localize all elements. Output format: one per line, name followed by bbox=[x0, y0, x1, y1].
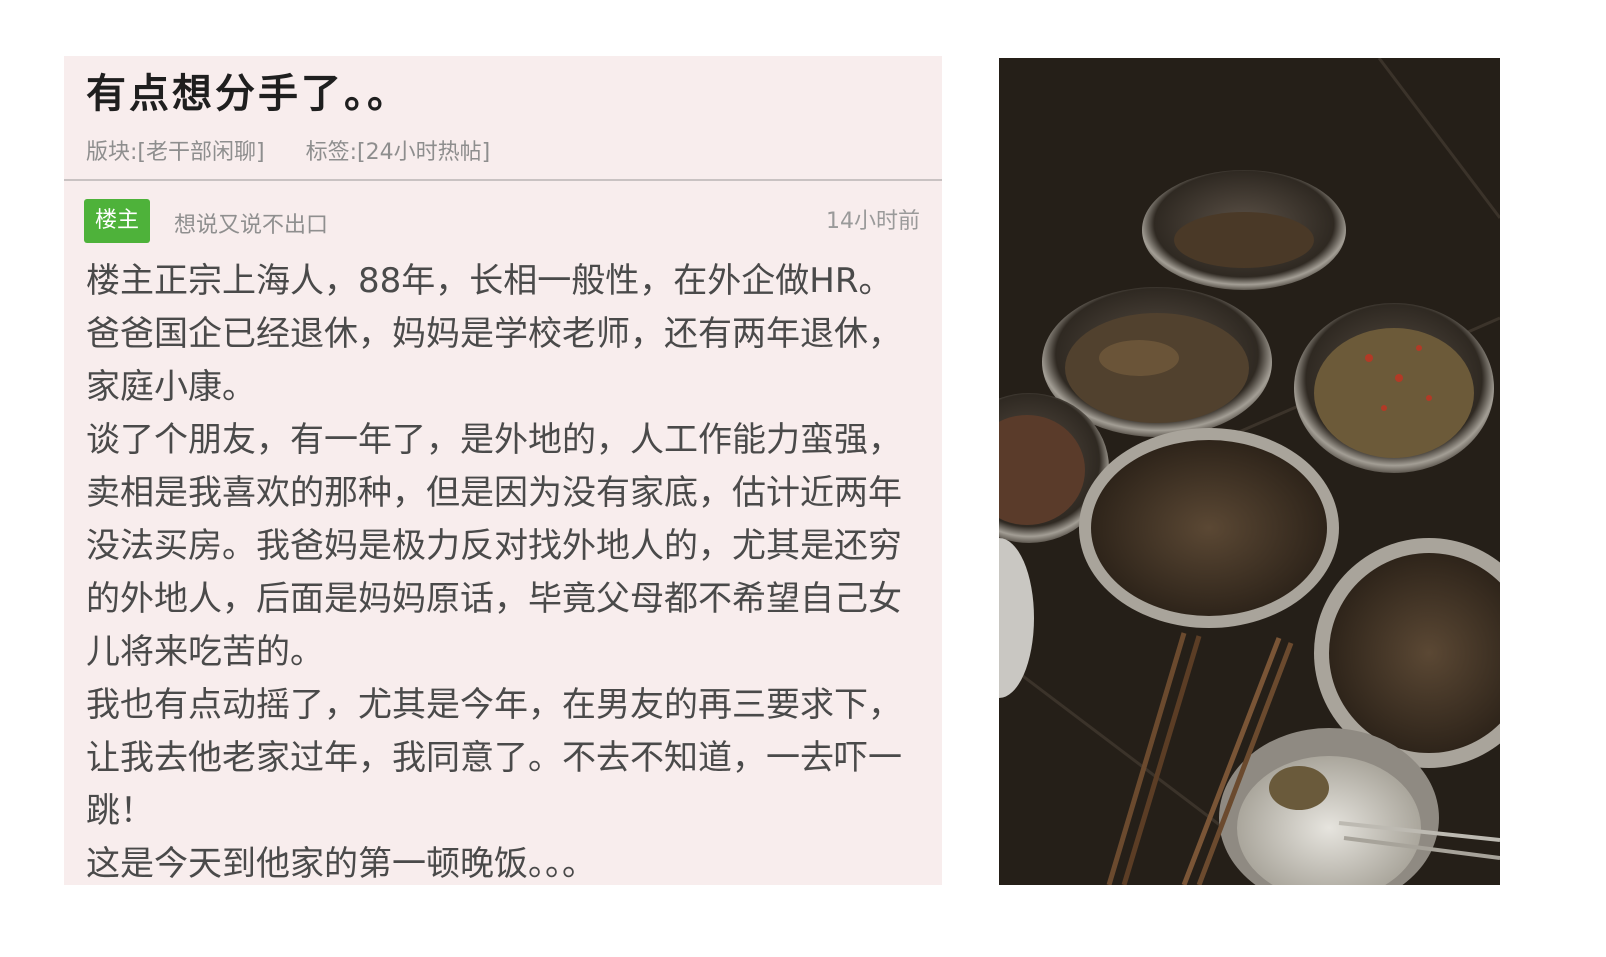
author-name[interactable]: 想说又说不出口 bbox=[174, 207, 328, 239]
bowl-chili bbox=[1294, 303, 1494, 473]
tag-link[interactable]: 标签:[24小时热帖] bbox=[306, 140, 491, 165]
post-header: 有点想分手了。。 版块:[老干部闲聊] 标签:[24小时热帖] bbox=[64, 56, 942, 181]
post-paragraph-2: 谈了个朋友，有一年了，是外地的，人工作能力蛮强，卖相是我喜欢的那种，但是因为没有… bbox=[86, 420, 902, 672]
post-paragraph-3: 我也有点动摇了，尤其是今年，在男友的再三要求下，让我去他老家过年，我同意了。不去… bbox=[86, 685, 902, 831]
post-body: 楼主正宗上海人，88年，长相一般性，在外企做HR。爸爸国企已经退休，妈妈是学校老… bbox=[64, 255, 942, 885]
post-paragraph-1: 楼主正宗上海人，88年，长相一般性，在外企做HR。爸爸国企已经退休，妈妈是学校老… bbox=[86, 261, 902, 407]
bowl-top bbox=[1142, 170, 1346, 290]
plate-meat-center bbox=[1079, 428, 1339, 628]
forum-post-card: 有点想分手了。。 版块:[老干部闲聊] 标签:[24小时热帖] 楼主 想说又说不… bbox=[64, 56, 942, 885]
op-badge: 楼主 bbox=[84, 199, 150, 243]
post-meta: 版块:[老干部闲聊] 标签:[24小时热帖] bbox=[86, 134, 942, 166]
board-link[interactable]: 版块:[老干部闲聊] bbox=[86, 140, 265, 165]
post-paragraph-4: 这是今天到他家的第一顿晚饭。。。 bbox=[86, 844, 596, 884]
post-time: 14小时前 bbox=[826, 209, 920, 234]
author-row: 楼主 想说又说不出口 14小时前 bbox=[64, 181, 942, 255]
dinner-photo-illustration bbox=[999, 58, 1500, 885]
dinner-table-photo bbox=[999, 58, 1500, 885]
post-title: 有点想分手了。。 bbox=[86, 71, 410, 117]
